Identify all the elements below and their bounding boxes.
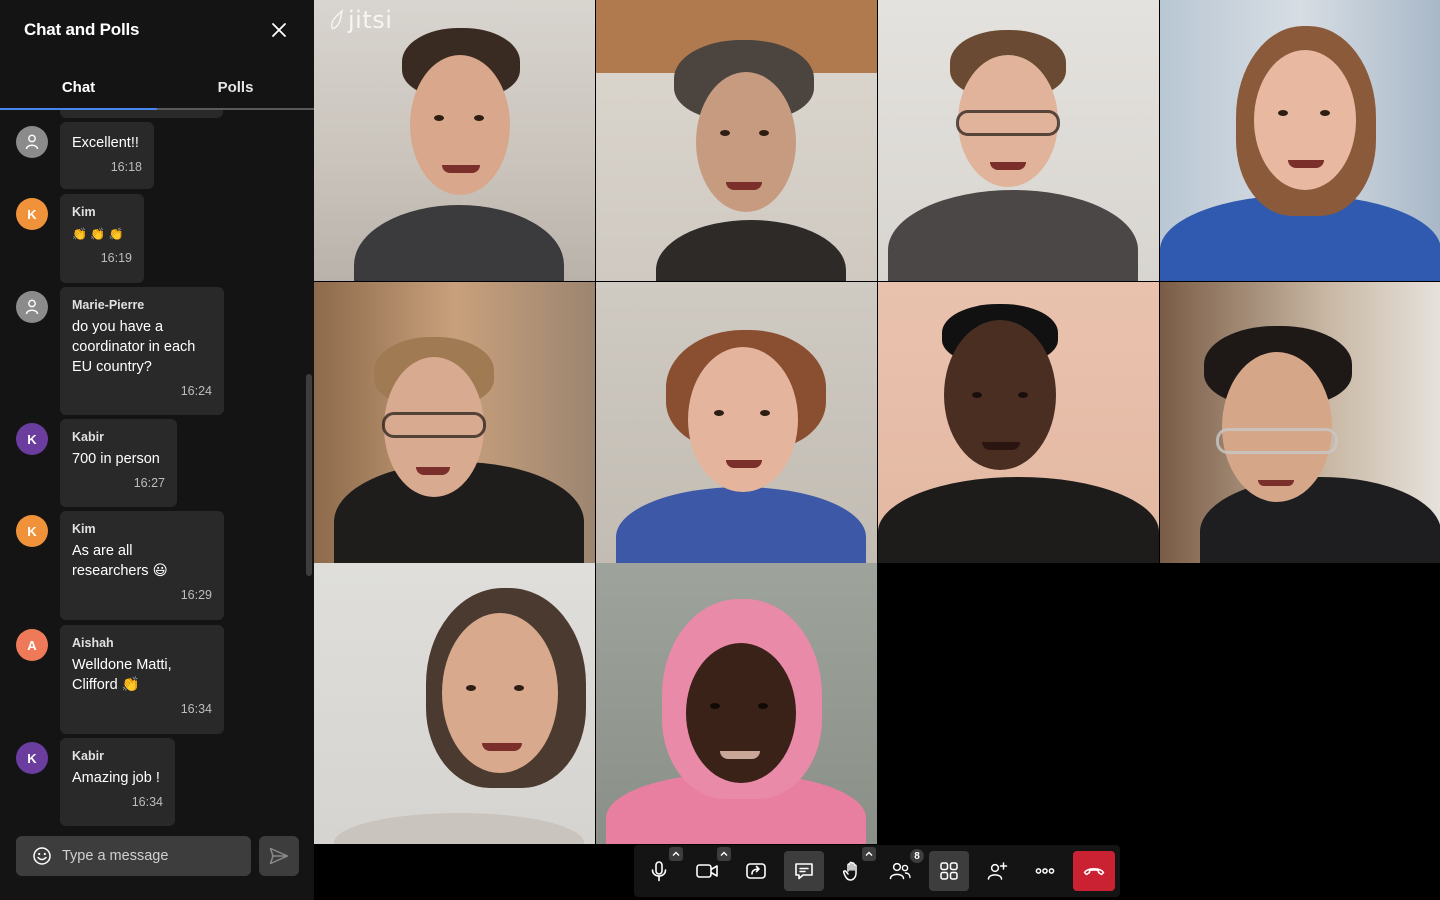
reactions-caret[interactable] <box>862 847 876 861</box>
avatar: K <box>16 515 48 547</box>
message-sender: Kim <box>72 205 96 219</box>
logo-text: jitsi <box>348 6 393 34</box>
avatar: K <box>16 423 48 455</box>
sidebar-tabs: Chat Polls <box>0 66 314 110</box>
close-icon <box>272 23 286 37</box>
participant-tile[interactable] <box>1160 0 1440 281</box>
microphone-icon <box>651 861 667 882</box>
more-icon <box>1035 868 1055 874</box>
message-input[interactable] <box>62 836 247 876</box>
raise-hand-icon <box>842 861 857 881</box>
chevron-up-icon <box>865 851 873 856</box>
participant-tile[interactable] <box>596 282 877 563</box>
message-text: Amazing job ! <box>72 770 160 786</box>
chat-button[interactable] <box>784 851 824 891</box>
participants-icon <box>889 862 911 880</box>
send-icon <box>269 847 289 865</box>
screenshare-icon <box>746 863 766 879</box>
tile-view-icon <box>940 862 958 880</box>
message-text: 👏 👏 👏 <box>72 227 124 241</box>
video-settings-caret[interactable] <box>717 847 731 861</box>
message-time: 16:27 <box>133 476 165 490</box>
message-text: Excellent!! <box>72 135 139 151</box>
jitsi-logo-icon <box>330 8 344 30</box>
send-button[interactable] <box>259 836 299 876</box>
close-button[interactable] <box>266 17 292 43</box>
hangup-icon <box>1083 868 1105 876</box>
avatar: K <box>16 198 48 230</box>
message-time: 16:19 <box>100 251 132 265</box>
message-time: 16:18 <box>110 160 142 174</box>
sidebar-title: Chat and Polls <box>24 20 140 39</box>
message-bubble: Excellent!! 16:18 <box>60 122 154 189</box>
tile-view-button[interactable] <box>929 851 969 891</box>
call-toolbar: 8 <box>634 845 1120 897</box>
message-sender: Kabir <box>72 430 104 444</box>
message-time: 16:24 <box>180 384 212 398</box>
hangup-button[interactable] <box>1073 851 1115 891</box>
more-button[interactable] <box>1025 851 1065 891</box>
participant-tile[interactable] <box>314 563 595 844</box>
camera-icon <box>696 864 718 878</box>
message-text: 700 in person <box>72 451 160 467</box>
message-bubble: Kabir 700 in person 16:27 <box>60 419 177 507</box>
participant-tile[interactable] <box>314 282 595 563</box>
participant-tile[interactable] <box>596 563 877 844</box>
participant-tile[interactable] <box>596 0 877 281</box>
message-text: Welldone Matti, Clifford 👏 <box>72 657 172 693</box>
jitsi-logo: jitsi <box>328 6 392 34</box>
message-sender: Kim <box>72 522 96 536</box>
message-bubble: Kabir Amazing job ! 16:34 <box>60 738 175 826</box>
tab-polls[interactable]: Polls <box>157 66 314 108</box>
participant-tile[interactable] <box>878 0 1159 281</box>
video-grid <box>314 0 1440 844</box>
message-sender: Kabir <box>72 749 104 763</box>
message-bubble: Marie-Pierre do you have a coordinator i… <box>60 287 224 415</box>
user-icon <box>25 134 39 150</box>
message-text: As are all researchers 😃 <box>72 543 168 579</box>
avatar <box>16 291 48 323</box>
message-bubble: Kim 👏 👏 👏 16:19 <box>60 194 144 283</box>
participant-tile[interactable] <box>1160 282 1440 563</box>
participant-count-badge: 8 <box>909 848 925 864</box>
avatar: K <box>16 742 48 774</box>
participant-tile[interactable] <box>314 0 595 281</box>
message-time: 16:34 <box>180 702 212 716</box>
sidebar-header: Chat and Polls <box>0 0 314 60</box>
avatar: A <box>16 629 48 661</box>
participant-tile[interactable] <box>878 282 1159 563</box>
message-time: 16:29 <box>180 588 212 602</box>
audio-settings-caret[interactable] <box>669 847 683 861</box>
message-text: do you have a coordinator in each EU cou… <box>72 319 196 375</box>
message-sender: Aishah <box>72 636 114 650</box>
message-input-container <box>16 836 251 876</box>
message-time: 16:34 <box>131 795 163 809</box>
invite-icon <box>987 862 1008 880</box>
emoji-icon[interactable] <box>32 846 52 866</box>
screenshare-button[interactable] <box>736 851 776 891</box>
invite-button[interactable] <box>977 851 1017 891</box>
message-bubble: Aishah Welldone Matti, Clifford 👏 16:34 <box>60 625 224 734</box>
user-icon <box>25 299 39 315</box>
tab-chat[interactable]: Chat <box>0 66 157 108</box>
chat-message-list[interactable]: Excellent!! 16:18 K Kim 👏 👏 👏 16:19 Mari… <box>0 110 314 826</box>
chevron-up-icon <box>672 851 680 856</box>
chat-icon <box>795 863 813 880</box>
previous-message-bubble <box>60 110 223 118</box>
message-sender: Marie-Pierre <box>72 298 145 312</box>
chat-scrollbar[interactable] <box>306 374 312 576</box>
chevron-up-icon <box>720 851 728 856</box>
message-bubble: Kim As are all researchers 😃 16:29 <box>60 511 224 620</box>
chat-sidebar: Chat and Polls Chat Polls Excellent!! 16… <box>0 0 314 900</box>
avatar <box>16 126 48 158</box>
